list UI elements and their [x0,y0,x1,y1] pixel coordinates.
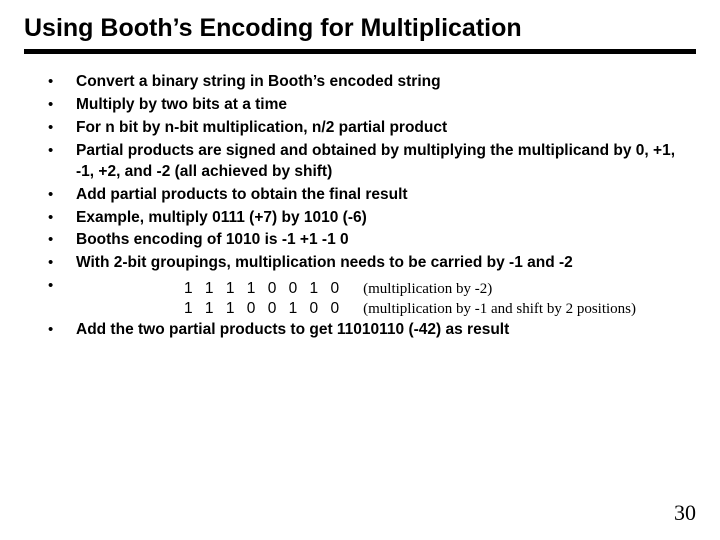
bullet-list: Convert a binary string in Booth’s encod… [24,72,696,274]
bits-value: 1 1 1 1 0 0 1 0 [184,280,343,298]
bullet-item: For n bit by n-bit multiplication, n/2 p… [48,118,696,139]
bullet-item: Add the two partial products to get 1101… [48,320,696,341]
bullet-item: Add partial products to obtain the final… [48,185,696,206]
worked-row: 1 1 1 0 0 1 0 0 (multiplication by -1 an… [184,300,696,318]
worked-row: 1 1 1 1 0 0 1 0 (multiplication by -2) [184,280,696,298]
bullet-item: Multiply by two bits at a time [48,95,696,116]
bits-note: (multiplication by -2) [363,281,492,298]
bullet-item: Partial products are signed and obtained… [48,141,696,183]
slide: Using Booth’s Encoding for Multiplicatio… [0,0,720,540]
worked-example: 1 1 1 1 0 0 1 0 (multiplication by -2) 1… [24,280,696,318]
bullet-item: Example, multiply 0111 (+7) by 1010 (-6) [48,208,696,229]
bullet-item: Convert a binary string in Booth’s encod… [48,72,696,93]
page-number: 30 [674,500,696,526]
title-rule [24,49,696,54]
bits-note: (multiplication by -1 and shift by 2 pos… [363,301,636,318]
slide-title: Using Booth’s Encoding for Multiplicatio… [24,14,696,43]
bullet-item: Booths encoding of 1010 is -1 +1 -1 0 [48,230,696,251]
final-bullet-list: Add the two partial products to get 1101… [24,320,696,341]
bullet-item: With 2-bit groupings, multiplication nee… [48,253,696,274]
bits-value: 1 1 1 0 0 1 0 0 [184,300,343,318]
